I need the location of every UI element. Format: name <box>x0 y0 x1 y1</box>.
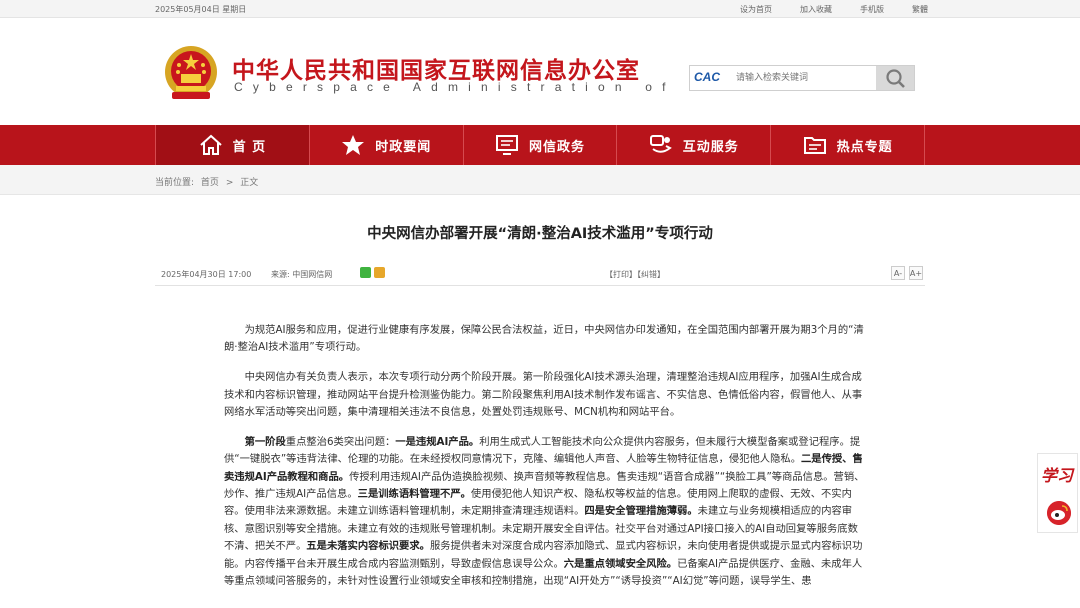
utility-links: 设为首页 加入收藏 手机版 繁體 <box>712 4 928 15</box>
share-buttons <box>360 267 385 278</box>
article-paragraph: 中央网信办有关负责人表示，本次专项行动分两个阶段开展。第一阶段强化AI技术源头治… <box>224 371 863 419</box>
breadcrumb-home-link[interactable]: 首页 <box>201 178 219 188</box>
article-paragraph: 为规范AI服务和应用，促进行业健康有序发展，保障公民合法权益，近日，中央网信办印… <box>224 324 864 354</box>
article-paragraph: 第一阶段重点整治6类突出问题：一是违规AI产品。利用生成式人工智能技术向公众提供… <box>224 434 866 591</box>
body-text: 重点整治6类突出问题： <box>285 435 396 448</box>
cac-logo: CAC <box>694 70 720 84</box>
breadcrumb-separator: > <box>225 178 234 188</box>
nav-home[interactable]: 首 页 <box>155 125 310 165</box>
bold-text: 第一阶段 <box>244 435 286 448</box>
article-source: 来源: 中国网信网 <box>271 270 333 279</box>
home-icon <box>199 134 222 155</box>
add-favorite-link[interactable]: 加入收藏 <box>800 4 832 15</box>
nav-home-label: 首 页 <box>232 139 267 155</box>
bold-text: 五是未落实内容标识要求。 <box>306 540 430 553</box>
font-increase-button[interactable]: A+ <box>909 266 923 280</box>
handshake-icon <box>649 135 672 153</box>
breadcrumb: 当前位置: 首页 > 正文 <box>155 175 262 188</box>
mobile-version-link[interactable]: 手机版 <box>860 4 884 15</box>
site-header: 中华人民共和国国家互联网信息办公室 Cyberspace Administrat… <box>0 18 1080 125</box>
main-navbar: 首 页 时政要闻 网信政务 互动服务 热点专题 <box>0 125 1080 165</box>
xuexi-logo[interactable]: 学习 <box>1041 462 1073 486</box>
nav-news-label: 时政要闻 <box>375 139 432 155</box>
article-body: 为规范AI服务和应用，促进行业健康有序发展，保障公民合法权益，近日，中央网信办印… <box>224 322 866 603</box>
top-utility-bar: 2025年05月04日 星期日 设为首页 加入收藏 手机版 繁體 <box>0 0 1080 18</box>
font-size-controls: A- A+ <box>891 266 923 280</box>
nav-topics[interactable]: 热点专题 <box>771 125 925 165</box>
folder-icon <box>803 137 826 154</box>
article-date: 2025年04月30日 17:00 <box>161 270 252 279</box>
bold-text: 三是训练语料管理不严。 <box>357 488 471 501</box>
nav-affairs[interactable]: 网信政务 <box>464 125 618 165</box>
set-homepage-link[interactable]: 设为首页 <box>740 4 772 15</box>
wechat-share-icon[interactable] <box>360 267 371 278</box>
weibo-icon[interactable] <box>1047 501 1071 525</box>
search-button[interactable] <box>876 66 914 90</box>
national-emblem-icon[interactable] <box>164 45 218 101</box>
article-title: 中央网信办部署开展“清朗·整治AI技术滥用”专项行动 <box>367 226 713 242</box>
floating-side-widget: 学习 <box>1037 453 1078 533</box>
breadcrumb-current: 正文 <box>240 178 259 188</box>
font-decrease-button[interactable]: A- <box>891 266 905 280</box>
main-nav: 首 页 时政要闻 网信政务 互动服务 热点专题 <box>155 125 925 165</box>
star-icon <box>342 135 365 155</box>
monitor-icon <box>495 135 518 155</box>
traditional-chinese-link[interactable]: 繁體 <box>912 4 928 15</box>
nav-news[interactable]: 时政要闻 <box>310 125 464 165</box>
bold-text: 一是违规AI产品。 <box>395 435 480 448</box>
nav-interaction[interactable]: 互动服务 <box>617 125 772 165</box>
nav-topics-label: 热点专题 <box>836 139 893 155</box>
nav-affairs-label: 网信政务 <box>528 139 585 155</box>
bold-text: 六是重点领域安全风险。 <box>563 557 678 570</box>
breadcrumb-label: 当前位置: <box>155 178 195 188</box>
nav-interaction-label: 互动服务 <box>682 139 739 155</box>
search-box: CAC <box>689 65 915 91</box>
bold-text: 四是安全管理措施薄弱。 <box>584 505 698 518</box>
print-correct-links[interactable]: 【打印】【纠错】 <box>605 269 665 280</box>
article-meta: 2025年04月30日 17:00 来源: 中国网信网 【打印】【纠错】 A- … <box>155 262 925 286</box>
search-input[interactable] <box>736 68 874 88</box>
breadcrumb-bar: 当前位置: 首页 > 正文 <box>0 165 1080 195</box>
weibo-share-icon[interactable] <box>374 267 385 278</box>
current-date: 2025年05月04日 星期日 <box>155 5 247 14</box>
search-icon <box>886 69 905 88</box>
